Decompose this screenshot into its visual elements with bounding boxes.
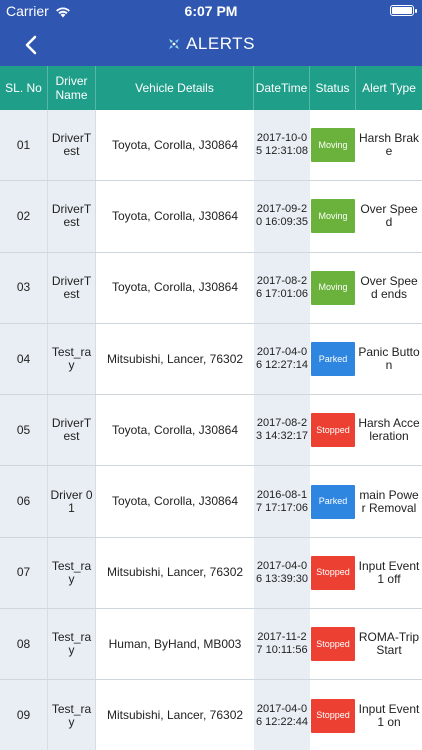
- cell-datetime: 2017-04-06 13:39:30: [254, 537, 310, 609]
- cell-status: Stopped: [310, 609, 356, 680]
- cell-driver-name: Test_ray: [48, 323, 96, 395]
- top-bar: Carrier 6:07 PM ALERTS: [0, 0, 422, 66]
- cell-vehicle-details: Toyota, Corolla, J30864: [96, 110, 254, 181]
- cell-alert-type: Harsh Acceleration: [356, 395, 422, 466]
- status-badge: Parked: [311, 342, 355, 377]
- column-header-alert-type: Alert Type: [362, 81, 416, 95]
- column-header-driver-name: Driver Name: [48, 66, 96, 110]
- column-header-datetime: DateTime: [254, 66, 310, 110]
- cell-alert-type: Harsh Brake: [356, 110, 422, 181]
- cell-driver-name: DriverTest: [48, 395, 96, 466]
- table-row[interactable]: 08 Test_ray Human, ByHand, MB003 2017-11…: [0, 609, 422, 681]
- cell-datetime: 2017-08-23 14:32:17: [254, 395, 310, 466]
- cell-datetime: 2017-11-27 10:11:56: [254, 609, 310, 680]
- cell-status: Moving: [310, 110, 356, 181]
- status-badge: Stopped: [311, 627, 355, 662]
- battery-icon: [390, 5, 417, 16]
- cell-vehicle-details: Mitsubishi, Lancer, 76302: [96, 323, 254, 395]
- cell-vehicle-details: Toyota, Corolla, J30864: [96, 395, 254, 466]
- cell-vehicle-details: Mitsubishi, Lancer, 76302: [96, 680, 254, 750]
- cell-sl-no: 07: [0, 537, 48, 609]
- cell-vehicle-details: Human, ByHand, MB003: [96, 609, 254, 680]
- cell-datetime: 2017-04-06 12:27:14: [254, 323, 310, 395]
- cell-status: Stopped: [310, 395, 356, 466]
- cell-sl-no: 01: [0, 110, 48, 181]
- status-badge: Moving: [311, 199, 355, 234]
- cell-datetime: 2016-08-17 17:17:06: [254, 466, 310, 537]
- cell-driver-name: Test_ray: [48, 609, 96, 680]
- cell-driver-name: Driver 01: [48, 466, 96, 537]
- table-row[interactable]: 07 Test_ray Mitsubishi, Lancer, 76302 20…: [0, 537, 422, 610]
- alerts-logo-icon: [169, 39, 180, 49]
- cell-vehicle-details: Mitsubishi, Lancer, 76302: [96, 537, 254, 609]
- status-badge: Parked: [311, 484, 355, 519]
- cell-datetime: 2017-08-26 17:01:06: [254, 252, 310, 323]
- column-header-vehicle-details: Vehicle Details: [96, 66, 254, 110]
- cell-datetime: 2017-10-05 12:31:08: [254, 110, 310, 181]
- cell-vehicle-details: Toyota, Corolla, J30864: [96, 466, 254, 537]
- cell-driver-name: DriverTest: [48, 181, 96, 252]
- status-badge: Stopped: [311, 555, 355, 590]
- cell-sl-no: 05: [0, 395, 48, 466]
- cell-alert-type: Input Event 1 off: [356, 537, 422, 609]
- cell-vehicle-details: Toyota, Corolla, J30864: [96, 252, 254, 323]
- cell-sl-no: 08: [0, 609, 48, 680]
- cell-vehicle-details: Toyota, Corolla, J30864: [96, 181, 254, 252]
- cell-status: Parked: [310, 466, 356, 537]
- cell-alert-type: Input Event 1 on: [356, 680, 422, 750]
- page-title-group: ALERTS: [0, 34, 422, 54]
- table-row[interactable]: 04 Test_ray Mitsubishi, Lancer, 76302 20…: [0, 323, 422, 396]
- cell-alert-type: Panic Button: [356, 323, 422, 395]
- table-row[interactable]: 03 DriverTest Toyota, Corolla, J30864 20…: [0, 252, 422, 324]
- cell-alert-type: main Power Removal: [356, 466, 422, 537]
- table-row[interactable]: 05 DriverTest Toyota, Corolla, J30864 20…: [0, 395, 422, 467]
- cell-sl-no: 03: [0, 252, 48, 323]
- cell-status: Moving: [310, 181, 356, 252]
- status-badge: Moving: [311, 128, 355, 163]
- cell-driver-name: Test_ray: [48, 680, 96, 750]
- cell-sl-no: 09: [0, 680, 48, 750]
- table-row[interactable]: 09 Test_ray Mitsubishi, Lancer, 76302 20…: [0, 680, 422, 750]
- cell-status: Moving: [310, 252, 356, 323]
- cell-alert-type: Over Speed ends: [356, 252, 422, 323]
- cell-alert-type: ROMA-Trip Start: [356, 609, 422, 680]
- cell-alert-type: Over Speed: [356, 181, 422, 252]
- table-header: SL. No Driver Name Vehicle Details DateT…: [0, 66, 422, 110]
- cell-driver-name: Test_ray: [48, 537, 96, 609]
- status-badge: Stopped: [311, 698, 355, 733]
- page-title: ALERTS: [186, 34, 255, 53]
- table-row[interactable]: 01 DriverTest Toyota, Corolla, J30864 20…: [0, 110, 422, 182]
- cell-driver-name: DriverTest: [48, 252, 96, 323]
- cell-status: Stopped: [310, 680, 356, 750]
- table-row[interactable]: 02 DriverTest Toyota, Corolla, J30864 20…: [0, 181, 422, 253]
- alerts-table-body: 01 DriverTest Toyota, Corolla, J30864 20…: [0, 110, 422, 750]
- status-badge: Stopped: [311, 413, 355, 448]
- cell-status: Parked: [310, 323, 356, 395]
- status-bar: Carrier 6:07 PM: [0, 0, 422, 22]
- cell-datetime: 2017-09-20 16:09:35: [254, 181, 310, 252]
- cell-status: Stopped: [310, 537, 356, 609]
- column-header-sl-no: SL. No: [0, 66, 48, 110]
- cell-datetime: 2017-04-06 12:22:44: [254, 680, 310, 750]
- table-row[interactable]: 06 Driver 01 Toyota, Corolla, J30864 201…: [0, 466, 422, 538]
- cell-sl-no: 02: [0, 181, 48, 252]
- cell-sl-no: 04: [0, 323, 48, 395]
- cell-driver-name: DriverTest: [48, 110, 96, 181]
- nav-bar: ALERTS: [0, 22, 422, 66]
- cell-sl-no: 06: [0, 466, 48, 537]
- status-badge: Moving: [311, 270, 355, 305]
- column-header-status: Status: [310, 66, 356, 110]
- clock: 6:07 PM: [184, 3, 238, 19]
